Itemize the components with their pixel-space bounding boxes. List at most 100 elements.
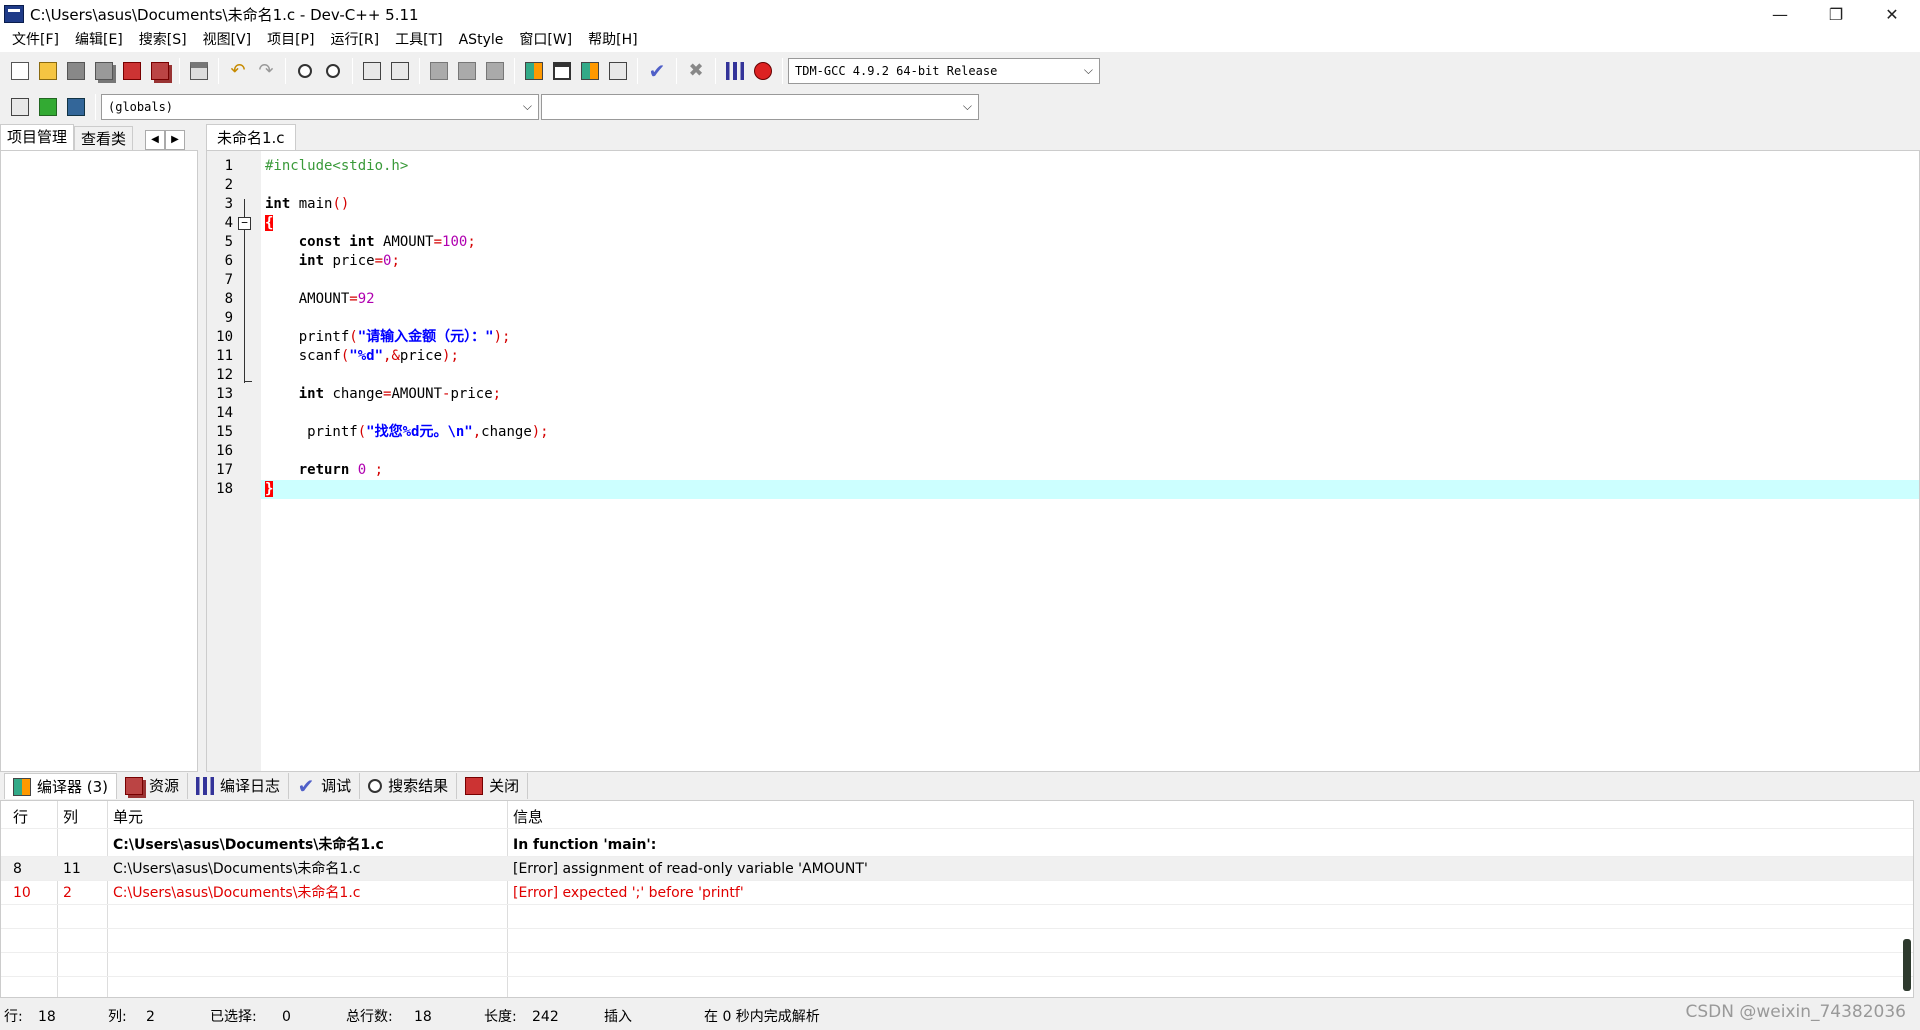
devcpp-app-icon [4,5,24,23]
goto-line-button[interactable] [35,94,61,120]
toolbar-separator [218,58,219,84]
left-panel-tabs: 项目管理 查看类 ◀ ▶ [0,124,200,150]
message-unit: C:\Users\asus\Documents\未命名1.c [113,837,384,853]
watermark: CSDN @weixin_74382036 [1685,1002,1906,1022]
undo-button[interactable]: ↶ [225,58,251,84]
menu-astyle[interactable]: AStyle [451,28,512,52]
minimize-button[interactable]: — [1752,0,1808,28]
line-number: 13 [216,386,233,402]
compiler-select[interactable]: TDM-GCC 4.9.2 64-bit Release ⌵ [788,58,1100,84]
save-all-button[interactable] [91,58,117,84]
status-selected-value: 0 [282,1009,291,1025]
code-text: int main() [265,196,350,212]
bookmark-icon [486,62,504,80]
run-button[interactable] [549,58,575,84]
tab-class-browser[interactable]: 查看类 [74,126,134,150]
bottom-panel-tabs: 编译器 (3) 资源 编译日志 ✔ 调试 搜索结果 关闭 [0,772,1920,800]
toolbar-separator [95,94,96,120]
menu-search[interactable]: 搜索[S] [131,28,195,52]
find-button[interactable] [292,58,318,84]
header-info[interactable]: 信息 [513,805,543,829]
goto-back-button[interactable] [426,58,452,84]
close-file-button[interactable] [119,58,145,84]
tab-scroll-left-button[interactable]: ◀ [145,130,166,150]
compiler-select-value: TDM-GCC 4.9.2 64-bit Release [795,64,998,78]
insert-button[interactable] [7,94,33,120]
menu-bar: 文件[F] 编辑[E] 搜索[S] 视图[V] 项目[P] 运行[R] 工具[T… [0,28,1920,52]
line-number: 10 [216,329,233,345]
toggle-bookmark-button[interactable] [63,94,89,120]
save-button[interactable] [63,58,89,84]
tab-project-manager[interactable]: 项目管理 [0,124,75,150]
open-folder-icon [39,62,57,80]
message-unit: C:\Users\asus\Documents\未命名1.c [113,861,361,877]
menu-tools[interactable]: 工具[T] [387,28,450,52]
line-number: 4 [224,215,233,231]
line-number: 3 [224,196,233,212]
code-text: AMOUNT=92 [265,291,375,307]
profile-button[interactable] [722,58,748,84]
compile-run-button[interactable] [577,58,603,84]
tab-close[interactable]: 关闭 [457,773,529,799]
code-line: 10 printf("请输入金额（元）："); [207,328,1919,347]
stop-button[interactable]: ✖ [683,58,709,84]
menu-file[interactable]: 文件[F] [4,28,67,52]
line-number: 1 [224,158,233,174]
code-line: 17 return 0 ; [207,461,1919,480]
tab-compiler[interactable]: 编译器 (3) [4,773,118,799]
message-row-error[interactable]: 10 2 C:\Users\asus\Documents\未命名1.c [Err… [1,881,1913,905]
undo-icon: ↶ [230,60,246,81]
messages-scrollbar[interactable] [1903,939,1911,991]
menu-help[interactable]: 帮助[H] [580,28,645,52]
code-line: 11 scanf("%d",&price); [207,347,1919,366]
new-file-button[interactable] [7,58,33,84]
message-row[interactable]: C:\Users\asus\Documents\未命名1.c In functi… [1,833,1913,857]
menu-project[interactable]: 项目[P] [259,28,322,52]
indent-button[interactable] [359,58,385,84]
toolbar-separator [179,58,180,84]
rebuild-button[interactable] [605,58,631,84]
compiler-icon [13,777,31,796]
code-line: 7 [207,271,1919,290]
redo-button[interactable]: ↷ [253,58,279,84]
header-unit[interactable]: 单元 [113,805,143,829]
open-file-button[interactable] [35,58,61,84]
project-tree-panel[interactable] [0,150,198,772]
bookmark-button[interactable] [482,58,508,84]
close-all-button[interactable] [147,58,173,84]
code-line: 9 [207,309,1919,328]
menu-edit[interactable]: 编辑[E] [67,28,131,52]
header-col[interactable]: 列 [63,805,78,829]
tab-compile-log[interactable]: 编译日志 [188,773,290,799]
message-row[interactable]: 8 11 C:\Users\asus\Documents\未命名1.c [Err… [1,857,1913,881]
toolbar-separator [352,58,353,84]
tab-debug[interactable]: ✔ 调试 [289,773,361,799]
debug-button[interactable] [750,58,776,84]
compile-button[interactable] [521,58,547,84]
close-window-button[interactable]: ✕ [1864,0,1920,28]
tab-resources[interactable]: 资源 [117,773,189,799]
header-line[interactable]: 行 [13,805,28,829]
editor-tab-file[interactable]: 未命名1.c [206,124,296,150]
print-icon [190,62,208,80]
fold-collapse-icon[interactable]: − [238,217,251,230]
menu-run[interactable]: 运行[R] [322,28,387,52]
unindent-button[interactable] [387,58,413,84]
code-line: 4− { [207,214,1919,233]
close-panel-icon [465,777,484,795]
tab-scroll-right-button[interactable]: ▶ [165,130,186,150]
replace-button[interactable] [320,58,346,84]
code-editor[interactable]: 1 #include<stdio.h> 2 3 int main() 4− { 5 c… [206,150,1920,772]
tab-search-results[interactable]: 搜索结果 [360,773,458,799]
print-button[interactable] [186,58,212,84]
menu-view[interactable]: 视图[V] [195,28,260,52]
goto-forward-button[interactable] [454,58,480,84]
status-insert-mode: 插入 [604,1009,632,1025]
symbol-select[interactable]: ⌵ [541,94,979,120]
line-number: 11 [216,348,233,364]
scope-select[interactable]: (globals) ⌵ [101,94,539,120]
syntax-check-button[interactable]: ✔ [644,58,670,84]
restore-button[interactable]: ❐ [1808,0,1864,28]
code-line: 3 int main() [207,195,1919,214]
menu-window[interactable]: 窗口[W] [511,28,580,52]
